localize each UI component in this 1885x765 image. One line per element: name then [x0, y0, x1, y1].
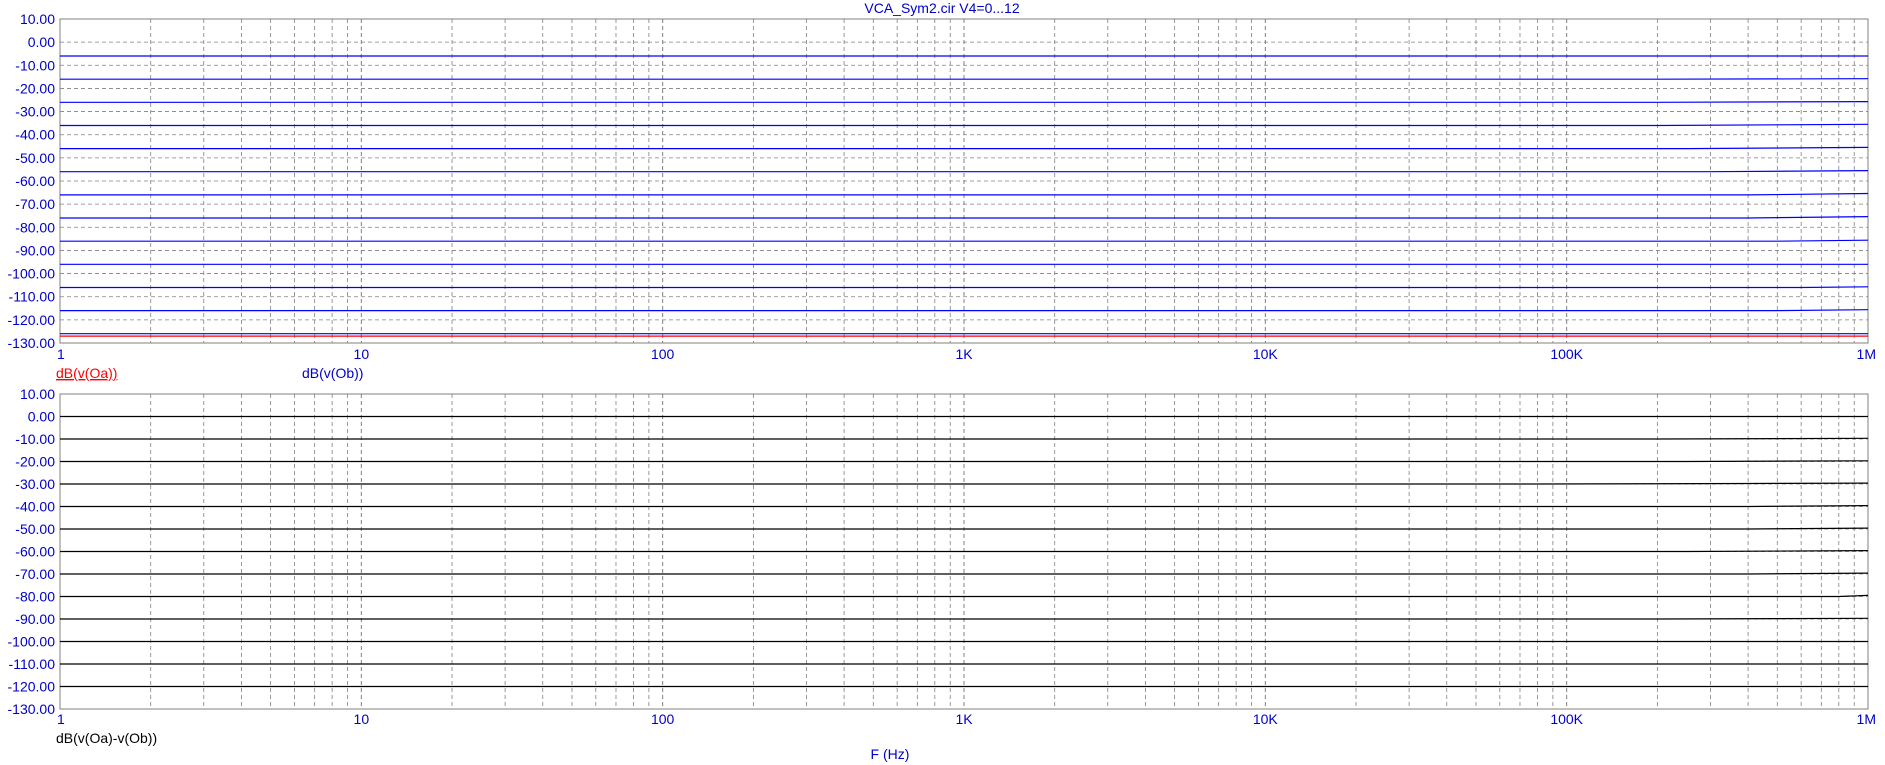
- p0-y-tick-label: -20.00: [15, 80, 55, 96]
- p0-series-line: [60, 170, 1869, 173]
- p1-y-tick-label: -70.00: [15, 566, 55, 582]
- p1-y-tick-label: -60.00: [15, 544, 55, 560]
- upper-plot: 10.00 0.00 -10.00 -20.00 -30.00 -40.00 -50.00 -…: [8, 11, 1876, 381]
- p0-series-line: [60, 239, 1869, 242]
- p0-y-tick-label: -110.00: [9, 289, 56, 305]
- p0-x-tick-label: 10: [354, 346, 370, 362]
- p0-y-tick-label: -30.00: [15, 104, 55, 120]
- p1-series-line: [60, 505, 1869, 508]
- p1-x-tick-label: 10: [354, 711, 370, 727]
- p1-y-tick-label: -100.00: [8, 634, 56, 650]
- p0-y-tick-label: -100.00: [8, 266, 56, 282]
- p0-series-line: [60, 101, 1869, 103]
- p1-y-tick-label: -10.00: [15, 431, 55, 447]
- p1-series-line: [60, 460, 1869, 463]
- p0-y-tick-label: -120.00: [8, 312, 56, 328]
- p0-y-tick-label: -10.00: [15, 57, 55, 73]
- p0-y-tick-label: -70.00: [15, 196, 55, 212]
- p1-series-line: [60, 482, 1869, 485]
- p1-x-tick-label: 1: [57, 711, 65, 727]
- p1-series-line: [60, 572, 1869, 575]
- p0-y-tick-label: -90.00: [15, 242, 55, 258]
- p1-y-tick-label: -80.00: [15, 589, 55, 605]
- p0-y-tick-label: 0.00: [28, 34, 55, 50]
- p1-y-tick-label: -90.00: [15, 611, 55, 627]
- p1-y-tick-label: -30.00: [15, 476, 55, 492]
- p1-y-tick-label: -110.00: [9, 656, 56, 672]
- p1-legend-entry[interactable]: dB(v(Oa)-v(Ob)): [56, 730, 157, 746]
- p0-legend-entry[interactable]: dB(v(Oa)): [56, 365, 117, 381]
- p1-series-line: [60, 594, 1869, 598]
- p1-y-tick-label: 10.00: [20, 386, 55, 402]
- p0-x-tick-label: 100: [651, 346, 675, 362]
- p0-x-tick-label: 100K: [1550, 346, 1583, 362]
- p1-y-tick-label: -20.00: [15, 454, 55, 470]
- p0-legend-entry[interactable]: dB(v(Ob)): [302, 365, 363, 381]
- p1-y-tick-label: -120.00: [8, 679, 56, 695]
- p1-x-tick-label: 1K: [955, 711, 973, 727]
- p0-y-tick-label: -80.00: [15, 219, 55, 235]
- chart-title: VCA_Sym2.cir V4=0...12: [864, 0, 1019, 16]
- p0-series-line: [60, 286, 1869, 289]
- p1-y-tick-label: -50.00: [15, 521, 55, 537]
- p0-y-tick-label: -40.00: [15, 127, 55, 143]
- p0-x-tick-label: 1K: [955, 346, 973, 362]
- p1-y-tick-label: -130.00: [8, 701, 56, 717]
- p0-x-tick-label: 1M: [1857, 346, 1876, 362]
- p0-y-tick-label: -50.00: [15, 150, 55, 166]
- p0-y-tick-label: -130.00: [8, 335, 56, 351]
- p1-series-line: [60, 617, 1869, 620]
- chart-canvas: VCA_Sym2.cir V4=0...12 10.000.00-10.00-2…: [8, 0, 1876, 762]
- p0-y-tick-label: -60.00: [15, 173, 55, 189]
- p0-x-tick-label: 1: [57, 346, 65, 362]
- lower-plot: 10.00 0.00 -10.00 -20.00 -30.00 -40.00 -50.00 -…: [8, 386, 1876, 746]
- p1-x-tick-label: 10K: [1253, 711, 1279, 727]
- p1-x-tick-label: 100K: [1550, 711, 1583, 727]
- p1-series-line: [60, 437, 1869, 440]
- p0-series-line: [60, 78, 1869, 80]
- x-axis-label: F (Hz): [871, 746, 910, 762]
- p0-x-tick-label: 10K: [1253, 346, 1279, 362]
- p1-y-tick-label: 0.00: [28, 409, 55, 425]
- p1-y-tick-label: -40.00: [15, 499, 55, 515]
- p0-y-tick-label: 10.00: [20, 11, 55, 27]
- p1-x-tick-label: 100: [651, 711, 675, 727]
- p1-x-tick-label: 1M: [1857, 711, 1876, 727]
